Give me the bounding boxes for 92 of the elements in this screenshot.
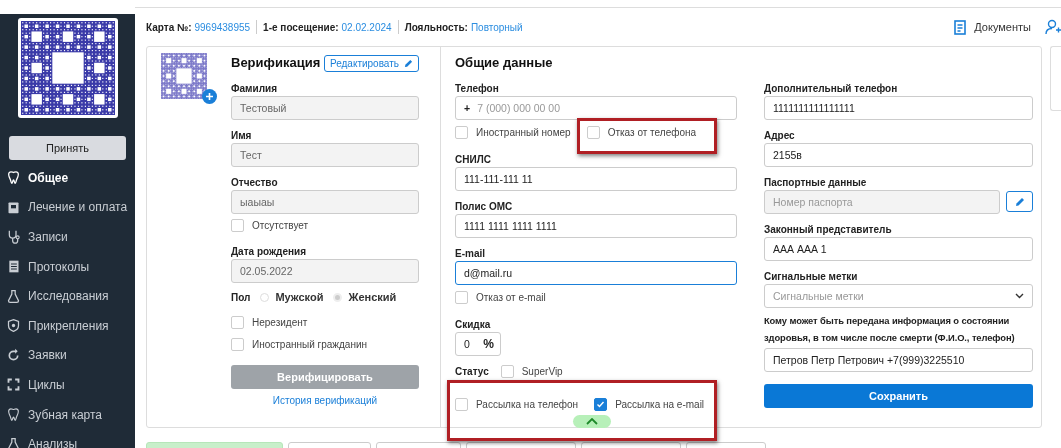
radio-button[interactable] [333,292,343,302]
checkbox-label: Отсутствует [252,219,309,231]
field-label: Телефон [455,83,500,94]
save-button[interactable]: Сохранить [764,384,1033,408]
discount-field[interactable]: 0 % [455,332,501,356]
input-field[interactable]: 1111 1111 1111 1111 [455,214,737,238]
input-field[interactable]: ыаыаы [231,190,419,214]
sidebar-item[interactable]: Лечение и оплата [6,192,135,223]
input-field[interactable]: Петров Петр Петрович +7(999)3225510 [764,348,1033,372]
field-label: Полис ОМС [455,201,514,212]
field-label: Паспортные данные [764,177,868,188]
sidebar-item[interactable]: Протоколы [6,251,135,282]
field-label: Кому может быть передана информация о состоянии здоровья, в том числе после смерти (Ф.И.О., телефон) [764,314,1016,345]
checkbox[interactable] [231,315,244,329]
history-link[interactable]: История верификаций [231,395,419,406]
sidebar-item[interactable]: Циклы [6,370,135,400]
field-label: Отчество [231,177,279,188]
checkbox-label: SuperVip [521,365,563,377]
checkbox[interactable] [500,364,514,378]
checkbox-label: Отказ от e-mail [476,291,546,303]
checkbox[interactable] [455,290,468,304]
sidebar-item[interactable]: Исследования [6,281,135,311]
shield-icon [6,318,21,334]
field-label: Законный представитель [764,224,893,235]
input-field[interactable]: Тестовый [231,96,419,120]
loyalty: Лояльность: Повторный [404,21,523,33]
add-user-icon[interactable] [1045,19,1061,35]
input-field[interactable]: d@mail.ru [455,261,737,285]
flask-icon [6,436,21,448]
field-label: Адрес [764,130,796,141]
checkbox-label: Рассылка на телефон [476,398,579,410]
checkbox-label: Нерезидент [252,316,308,328]
sidebar-item[interactable]: Анализы [6,429,135,448]
sidebar-item[interactable]: Прикрепления [6,310,135,341]
first-visit: 1-е посещение: 02.02.2024 [263,21,392,33]
collapse-button[interactable] [573,415,611,428]
checkbox-label: Иностранный номер [476,126,571,138]
chevron-down-icon [1015,293,1024,299]
section-title: Верификация [231,54,321,72]
input-field[interactable]: ААА ААА 1 [764,237,1033,261]
checkbox[interactable] [455,397,468,411]
chevron-up-icon [586,418,598,425]
edit-button[interactable]: Редактировать [323,54,419,72]
cycle-icon [6,377,21,393]
tooth-icon [6,170,21,186]
input-field[interactable]: 02.05.2022 [231,259,419,283]
checkbox-label: Рассылка на e-mail [615,398,705,410]
refresh-icon [6,347,21,363]
pattern-image [161,53,207,99]
document-icon [6,259,21,275]
checkbox[interactable] [231,337,244,351]
field-label: Фамилия [231,83,278,94]
sidebar-item[interactable]: Общее [6,163,135,193]
phone-field[interactable]: + 7 (000) 000 00 00 [455,96,737,120]
field-label: Пол [231,291,251,303]
accept-button[interactable]: Принять [9,136,126,160]
card-number: Карта №: 9969438955 [146,21,251,33]
checkbox[interactable] [455,125,468,139]
checkbox[interactable] [586,125,600,139]
radio-label: Женский [348,291,397,303]
radio-label: Мужской [275,291,324,303]
input-field[interactable]: 111-111-111 11 [455,167,737,191]
field-label: Дополнительный телефон [764,83,899,94]
input-field[interactable]: 2155в [764,143,1033,167]
field-label: СНИЛС [455,154,492,165]
field-label: Дата рождения [231,246,308,257]
checkbox[interactable] [231,218,244,232]
pencil-icon [404,58,413,68]
pencil-icon [1014,196,1025,207]
edit-button[interactable] [1006,191,1033,212]
flask-icon [6,288,21,304]
checkbox-label: Иностранный гражданин [252,338,368,350]
input-field[interactable]: 1111111111111111 [764,96,1033,120]
field-label: Сигнальные метки [764,271,859,282]
checkbox[interactable] [594,397,608,411]
sidebar-item[interactable]: Записи [6,222,135,252]
add-photo-button[interactable] [202,89,217,104]
section-title: Общие данные [455,54,554,72]
documents-link[interactable]: Документы [954,19,1031,35]
field-label: Имя [231,130,253,141]
sidebar-item[interactable]: Заявки [6,340,135,371]
input-field[interactable]: Тест [231,143,419,167]
sidebar-item[interactable]: Зубная карта [6,399,135,430]
field-label: E-mail [455,248,486,259]
field-label: Статус [455,365,489,377]
side-card [1050,46,1061,111]
field-label: Скидка [455,319,492,330]
document-icon [954,19,969,35]
stethoscope-icon [6,229,21,245]
tooth-icon [6,407,21,423]
check-icon [596,399,606,409]
checkbox-label: Отказ от телефона [607,126,697,138]
